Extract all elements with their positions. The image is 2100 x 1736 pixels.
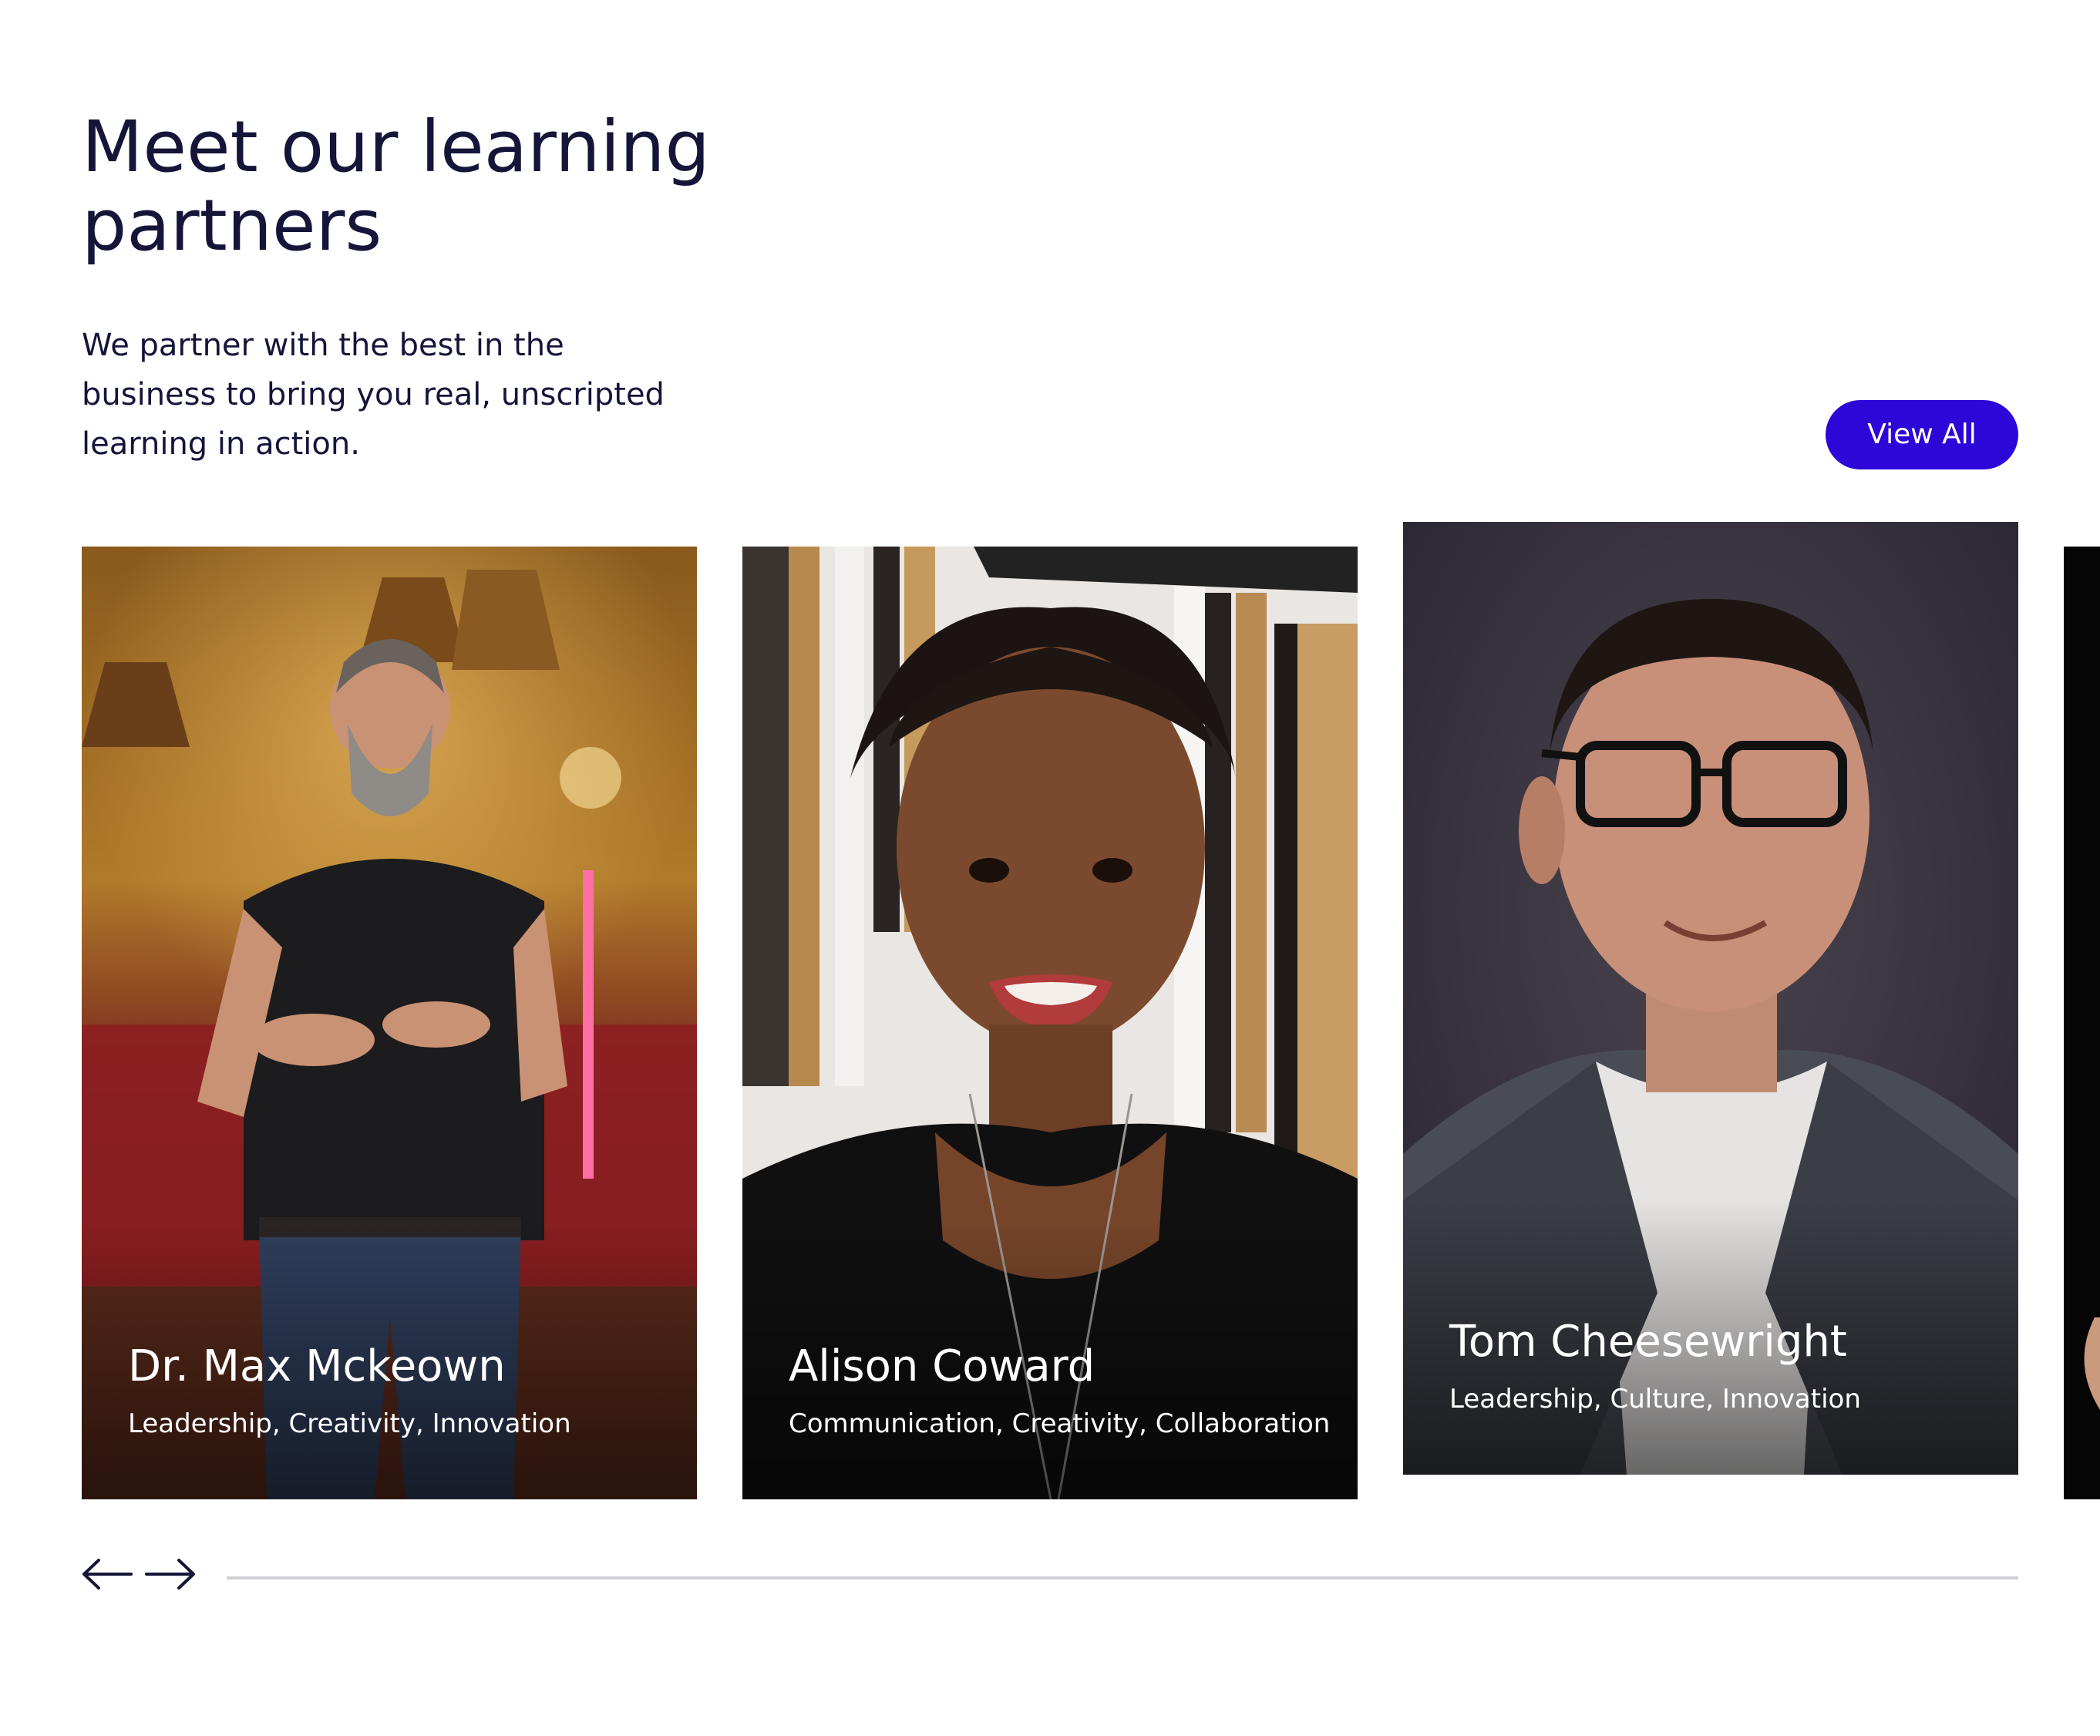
- learning-partners-section: Meet our learning partners We partner wi…: [0, 0, 2100, 1736]
- partner-card-tom-cheesewright[interactable]: Tom Cheesewright Leadership, Culture, In…: [1403, 522, 2018, 1475]
- partner-card-alison-coward[interactable]: Alison Coward Communication, Creativity,…: [742, 547, 1358, 1499]
- carousel-scrollbar-thumb[interactable]: [227, 1576, 2018, 1580]
- partner-name: Tom Cheesewright: [1449, 1317, 1847, 1367]
- section-heading: Meet our learning partners: [82, 106, 710, 267]
- partner-card-max-mckeown[interactable]: Dr. Max Mckeown Leadership, Creativity, …: [82, 547, 697, 1499]
- arrow-right-icon: [145, 1559, 195, 1590]
- partner-photo: [2064, 547, 2100, 1499]
- partner-name: Dr. Max Mckeown: [128, 1341, 506, 1391]
- view-all-button[interactable]: View All: [1826, 400, 2018, 469]
- partner-topics: Leadership, Creativity, Innovation: [128, 1408, 571, 1439]
- carousel-scrollbar[interactable]: [227, 1576, 2018, 1580]
- section-intro: We partner with the best in the business…: [82, 328, 665, 462]
- arrow-left-icon: [82, 1559, 133, 1590]
- partner-topics: Communication, Creativity, Collaboration: [789, 1408, 1331, 1439]
- partner-name: Alison Coward: [789, 1341, 1095, 1391]
- partner-card-next-partial[interactable]: [2064, 547, 2100, 1499]
- carousel-prev-button[interactable]: [80, 1551, 134, 1597]
- carousel-next-button[interactable]: [143, 1551, 197, 1597]
- partner-topics: Leadership, Culture, Innovation: [1449, 1384, 1861, 1415]
